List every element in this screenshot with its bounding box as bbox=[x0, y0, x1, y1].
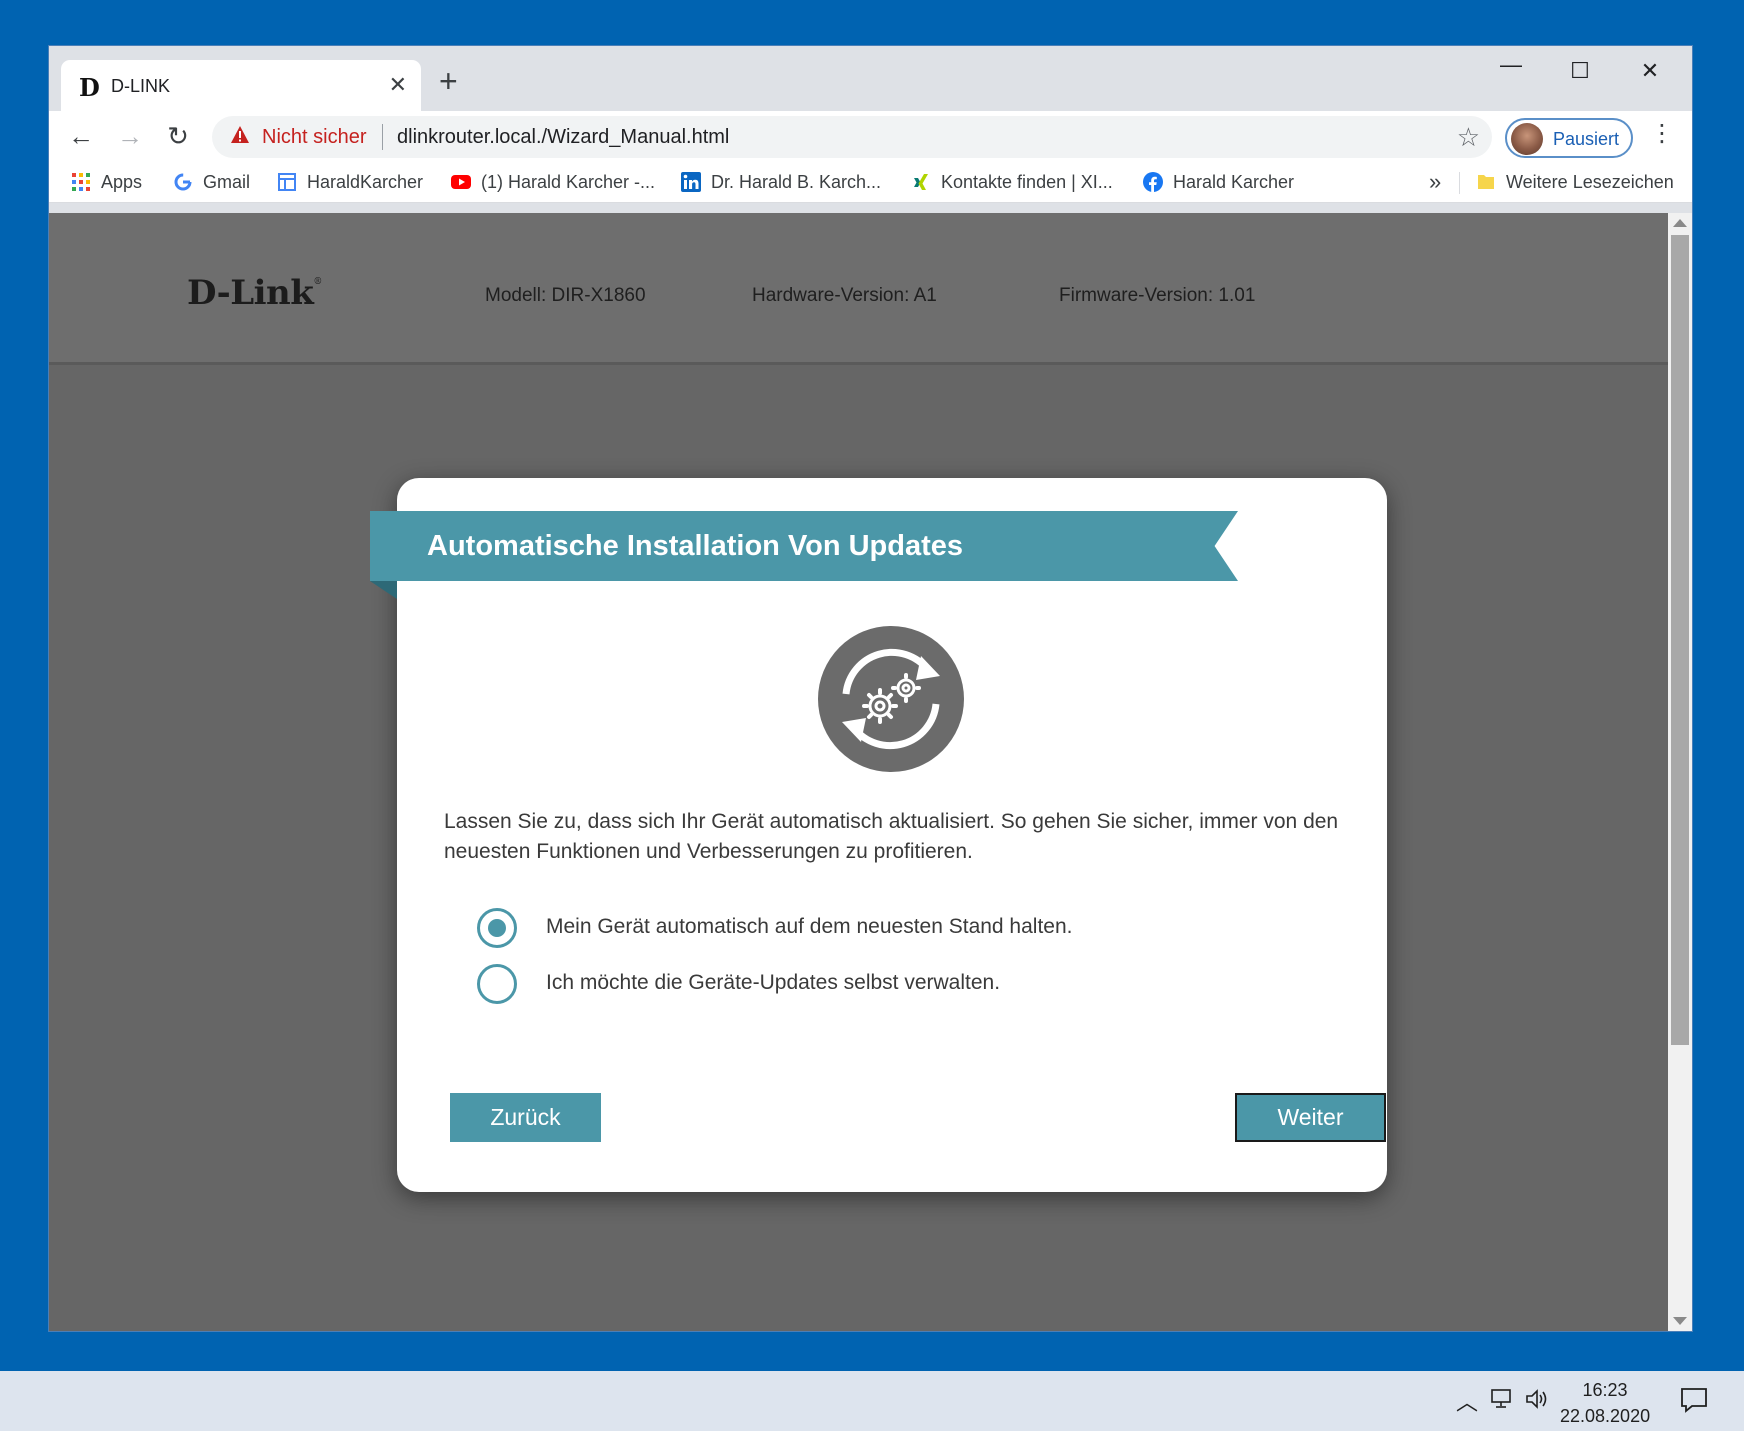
apps-grid-icon bbox=[72, 173, 90, 191]
bookmark-apps[interactable]: Apps bbox=[71, 172, 142, 193]
bookmark-youtube[interactable]: (1) Harald Karcher -... bbox=[451, 172, 655, 193]
tab-title: D-LINK bbox=[111, 76, 171, 96]
router-page: D-Link® Modell: DIR-X1860 Hardware-Versi… bbox=[49, 213, 1668, 1331]
radio-manual-update[interactable] bbox=[477, 964, 517, 1004]
linkedin-icon bbox=[681, 172, 701, 192]
bookmark-linkedin[interactable]: Dr. Harald B. Karch... bbox=[681, 172, 881, 193]
dlink-logo: D-Link® bbox=[187, 273, 322, 313]
update-wizard-dialog: Automatische Installation Von Updates La… bbox=[370, 478, 1387, 1192]
title-bar: D D-LINK ✕ + — ☐ ✕ bbox=[49, 46, 1692, 111]
bookmarks-divider bbox=[1459, 172, 1460, 194]
google-icon bbox=[174, 173, 192, 191]
youtube-icon bbox=[451, 175, 471, 189]
facebook-icon bbox=[1143, 172, 1163, 192]
address-bar[interactable]: Nicht sicher dlinkrouter.local./Wizard_M… bbox=[212, 116, 1492, 158]
bookmarks-bar: Apps Gmail HaraldKarcher (1) Harald Karc… bbox=[49, 163, 1692, 203]
bookmark-star-icon[interactable]: ☆ bbox=[1457, 122, 1480, 153]
url-divider bbox=[382, 124, 383, 150]
firmware-version: Firmware-Version: 1.01 bbox=[1059, 285, 1256, 306]
site-layout-icon bbox=[278, 173, 296, 191]
browser-toolbar: ← → ↻ Nicht sicher dlinkrouter.local./Wi… bbox=[49, 111, 1692, 163]
wizard-description: Lassen Sie zu, dass sich Ihr Gerät autom… bbox=[444, 810, 1339, 863]
page-scrollbar[interactable] bbox=[1668, 213, 1692, 1331]
clock-date: 22.08.2020 bbox=[1560, 1406, 1651, 1426]
ribbon-fold bbox=[370, 581, 397, 599]
more-bookmarks-button[interactable]: » bbox=[1429, 169, 1441, 195]
xing-icon bbox=[914, 174, 928, 190]
url-text[interactable]: dlinkrouter.local./Wizard_Manual.html bbox=[397, 126, 729, 149]
clock-time: 16:23 bbox=[1582, 1380, 1628, 1400]
back-button[interactable]: Zurück bbox=[450, 1093, 601, 1142]
show-hidden-icons-chevron-icon[interactable]: ︿ bbox=[1456, 1385, 1478, 1417]
folder-icon bbox=[1478, 175, 1494, 189]
option-label[interactable]: Mein Gerät automatisch auf dem neuesten … bbox=[546, 915, 1073, 939]
bookmark-label: (1) Harald Karcher -... bbox=[481, 172, 656, 192]
next-button[interactable]: Weiter bbox=[1235, 1093, 1386, 1142]
other-bookmarks-folder[interactable]: Weitere Lesezeichen bbox=[1476, 172, 1674, 193]
new-tab-button[interactable]: + bbox=[439, 65, 458, 97]
bookmark-gmail[interactable]: Gmail bbox=[173, 172, 250, 193]
profile-label: Pausiert bbox=[1553, 129, 1620, 149]
security-status[interactable]: Nicht sicher bbox=[262, 126, 366, 149]
option-label[interactable]: Ich möchte die Geräte-Updates selbst ver… bbox=[546, 971, 1000, 995]
bookmark-xing[interactable]: Kontakte finden | XI... bbox=[911, 172, 1113, 193]
forward-button[interactable]: → bbox=[114, 121, 146, 152]
browser-menu-icon[interactable]: ⋮ bbox=[1650, 121, 1674, 147]
router-header: D-Link® Modell: DIR-X1860 Hardware-Versi… bbox=[49, 213, 1668, 365]
logo-text: D-Link bbox=[187, 273, 314, 313]
radio-auto-update[interactable] bbox=[477, 908, 517, 948]
bookmark-label: Apps bbox=[101, 172, 143, 192]
notifications-icon[interactable] bbox=[1680, 1387, 1708, 1413]
scroll-down-icon[interactable] bbox=[1673, 1317, 1687, 1325]
tab-close-icon[interactable]: ✕ bbox=[389, 72, 407, 98]
back-button[interactable]: ← bbox=[65, 121, 97, 152]
system-clock[interactable]: 16:23 22.08.2020 bbox=[1560, 1377, 1650, 1429]
warning-icon[interactable] bbox=[230, 125, 250, 145]
bookmark-label: Gmail bbox=[203, 172, 251, 192]
dlink-favicon-icon: D bbox=[79, 73, 100, 102]
close-window-button[interactable]: ✕ bbox=[1630, 58, 1670, 84]
other-bookmarks-label: Weitere Lesezeichen bbox=[1506, 172, 1674, 192]
bookmark-label: Dr. Harald B. Karch... bbox=[711, 172, 882, 192]
auto-update-gears-icon bbox=[818, 626, 964, 772]
minimize-button[interactable]: — bbox=[1491, 52, 1531, 78]
network-icon[interactable] bbox=[1490, 1388, 1514, 1410]
maximize-button[interactable]: ☐ bbox=[1560, 58, 1600, 84]
model-info: Modell: DIR-X1860 bbox=[485, 285, 646, 306]
bookmark-label: HaraldKarcher bbox=[307, 172, 424, 192]
browser-window: D D-LINK ✕ + — ☐ ✕ ← → ↻ Nicht sicher dl… bbox=[49, 46, 1692, 1331]
avatar bbox=[1511, 123, 1543, 155]
reload-button[interactable]: ↻ bbox=[162, 121, 194, 152]
dialog-title: Automatische Installation Von Updates bbox=[427, 530, 964, 562]
scroll-thumb[interactable] bbox=[1671, 235, 1689, 1045]
registered-mark: ® bbox=[313, 277, 322, 287]
scroll-up-icon[interactable] bbox=[1673, 219, 1687, 227]
profile-button[interactable]: Pausiert bbox=[1505, 118, 1633, 158]
bookmark-facebook[interactable]: Harald Karcher bbox=[1143, 172, 1294, 193]
browser-tab[interactable]: D D-LINK ✕ bbox=[61, 60, 421, 111]
windows-taskbar: ︿ 16:23 22.08.2020 bbox=[0, 1371, 1744, 1431]
hardware-version: Hardware-Version: A1 bbox=[752, 285, 937, 306]
volume-icon[interactable] bbox=[1525, 1388, 1551, 1410]
bookmark-label: Kontakte finden | XI... bbox=[941, 172, 1113, 192]
bookmark-label: Harald Karcher bbox=[1173, 172, 1295, 192]
bookmark-haraldkarcher[interactable]: HaraldKarcher bbox=[277, 172, 423, 193]
